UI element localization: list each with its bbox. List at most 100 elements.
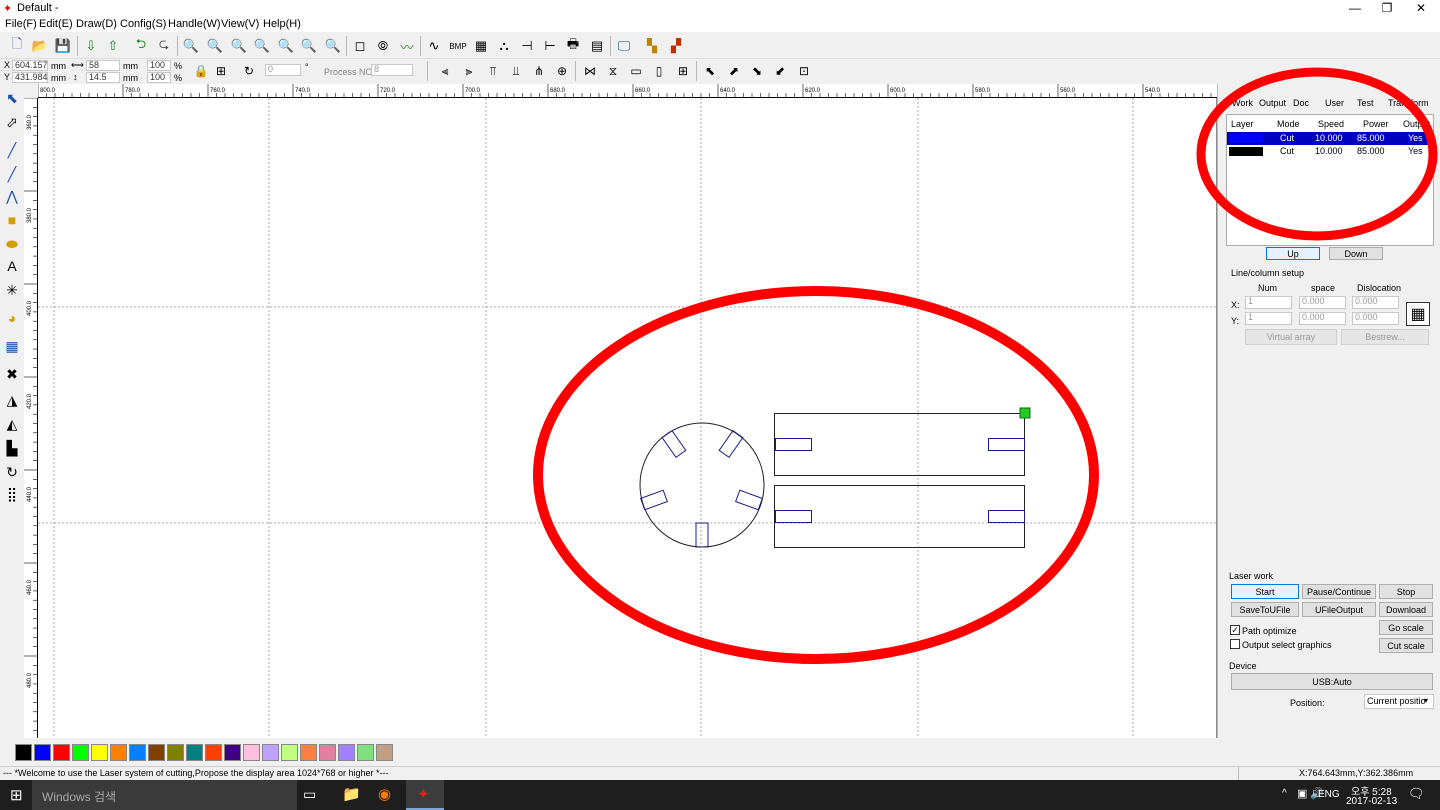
network-icon[interactable]: ▣ [1297,787,1307,800]
same-height-icon[interactable]: ▯ [649,61,669,81]
process-no-field[interactable]: 8 [371,64,413,76]
polyline-icon[interactable]: ╱ [2,164,22,184]
array-icon[interactable]: ▦ [471,36,491,56]
import-icon[interactable]: ⇩ [81,36,101,56]
anchor-grid-icon[interactable]: ⊞ [211,61,231,81]
zoom-all-icon[interactable]: 🔍 [323,36,343,56]
color-swatch[interactable] [300,744,317,761]
array-grid-icon[interactable]: ▦ [1406,302,1430,326]
align-left-icon[interactable]: ⫷ [435,61,455,81]
slot-rect2-right[interactable] [988,510,1025,523]
point-icon[interactable]: ✳ [2,280,22,300]
go-scale-button[interactable]: Go scale [1379,620,1433,635]
ellipse-icon[interactable]: ⬬ [2,234,22,254]
open-folder-icon[interactable]: 📂 [30,36,50,56]
color-swatch[interactable] [224,744,241,761]
rectangle-icon[interactable]: ■ [2,210,22,230]
curve-icon[interactable]: ∿ [424,36,444,56]
rotate-tool-icon[interactable]: ↻ [2,462,22,482]
color-swatch[interactable] [186,744,203,761]
bestrew-button[interactable]: Bestrew... [1341,329,1429,345]
path-optimize-checkbox[interactable]: ✓ [1230,625,1240,635]
new-file-icon[interactable]: 🗋 [7,36,27,56]
properties-icon[interactable]: ▤ [587,36,607,56]
zoom-select-icon[interactable]: 🔍 [181,36,201,56]
color-swatch[interactable] [91,744,108,761]
color-swatch[interactable] [72,744,89,761]
scale-y-field[interactable]: 100 [147,72,171,83]
menu-draw[interactable]: Draw(D) [76,18,117,30]
group-icon[interactable]: ⛬ [494,36,514,56]
zoom-out-icon[interactable]: 🔍 [229,36,249,56]
line-icon[interactable]: ╱ [2,140,22,160]
align-right-icon[interactable]: ⫸ [459,61,479,81]
color-swatch[interactable] [376,744,393,761]
zoom-in-icon[interactable]: 🔍 [205,36,225,56]
redo-icon[interactable]: ⮎ [154,36,174,56]
color-swatch[interactable] [205,744,222,761]
zoom-data-icon[interactable]: 🔍 [299,36,319,56]
color-swatch[interactable] [53,744,70,761]
circle-part[interactable] [639,422,765,548]
rotate-icon[interactable]: ↻ [239,61,259,81]
color-swatch[interactable] [319,744,336,761]
sort-icon[interactable]: ▚ [642,36,662,56]
menu-config[interactable]: Config(S) [120,18,166,30]
color-swatch[interactable] [338,744,355,761]
slot-right[interactable] [735,489,763,511]
menu-edit[interactable]: Edit(E) [39,18,73,30]
space-h-icon[interactable]: ⋈ [580,61,600,81]
laser-app-taskbar-button[interactable]: ✦ [406,780,444,810]
slot-rect1-left[interactable] [775,438,812,451]
align-top-icon[interactable]: ⫪ [483,61,503,81]
delete-icon[interactable]: ✖ [2,364,22,384]
close-button[interactable]: ✕ [1406,0,1436,16]
save-to-ufile-button[interactable]: SaveToUFile [1231,602,1299,617]
align-bottom-icon[interactable]: ⫫ [506,61,526,81]
clock-date[interactable]: 2017-02-13 [1346,796,1397,807]
undo-icon[interactable]: ⮌ [131,36,151,56]
rect-part-2[interactable] [774,485,1025,548]
selection-handle[interactable] [1019,407,1031,419]
move-top-left-icon[interactable]: ⬉ [700,61,720,81]
monitor-icon[interactable]: 🖵 [614,36,634,56]
file-explorer-icon[interactable]: 📁 [342,785,361,803]
slot-top-right[interactable] [718,430,744,458]
slot-top-left[interactable] [661,430,687,458]
color-swatch[interactable] [243,744,260,761]
color-swatch[interactable] [262,744,279,761]
center-v-icon[interactable]: ⊕ [552,61,572,81]
stop-button[interactable]: Stop [1379,584,1433,599]
array-x-dislocation-field[interactable]: 0.000 [1352,296,1399,309]
circle-outline[interactable] [639,422,765,548]
restore-button[interactable]: ❐ [1372,0,1402,16]
menu-file[interactable]: File(F) [5,18,37,30]
smooth-icon[interactable]: 〰 [397,36,417,56]
array-x-space-field[interactable]: 0.000 [1299,296,1346,309]
language-indicator[interactable]: ENG [1318,789,1340,800]
width-field[interactable]: 58 [86,60,120,71]
ufile-output-button[interactable]: UFileOutput [1302,602,1376,617]
bmp-icon[interactable]: BMP [448,36,468,56]
mirror-h-icon[interactable]: ◮ [2,390,22,410]
array-tool-icon[interactable]: ⣿ [2,484,22,504]
array-y-dislocation-field[interactable]: 0.000 [1352,312,1399,325]
color-swatch[interactable] [281,744,298,761]
mirror-v-icon[interactable]: ◭ [2,414,22,434]
space-v-icon[interactable]: ⧖ [603,61,623,81]
text-icon[interactable]: A [2,256,22,276]
virtual-array-button[interactable]: Virtual array [1245,329,1337,345]
y-position-field[interactable]: 431.984 [12,72,48,83]
menu-handle[interactable]: Handle(W) [168,18,221,30]
windows-start-icon[interactable]: ⊞ [10,786,23,804]
output-select-checkbox[interactable] [1230,639,1240,649]
node-select-icon[interactable]: ⬀ [2,112,22,132]
same-size-icon[interactable]: ⊞ [673,61,693,81]
image-icon[interactable]: ◕ [2,308,22,328]
slot-rect1-right[interactable] [988,438,1025,451]
optimize-icon[interactable]: ▞ [666,36,686,56]
zoom-page-icon[interactable]: 🔍 [252,36,272,56]
rect-part-1[interactable] [774,413,1025,476]
distribute-icon[interactable]: ⊢ [540,36,560,56]
print-icon[interactable]: 🖶 [563,36,583,56]
